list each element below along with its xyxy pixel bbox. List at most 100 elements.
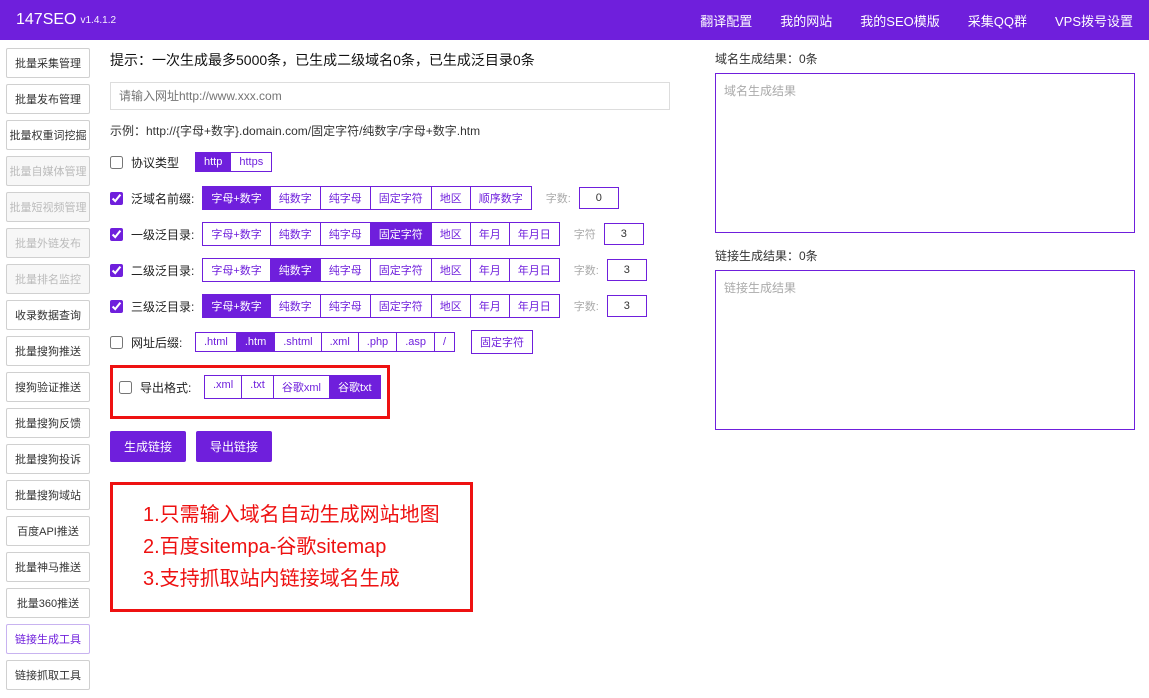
d2-hint: 字数: — [574, 262, 599, 278]
prefix-chip-1[interactable]: 纯数字 — [271, 186, 321, 210]
d1-chip-4[interactable]: 地区 — [432, 222, 471, 246]
d1-hint: 字符 — [574, 226, 596, 242]
d2-chips: 字母+数字纯数字纯字母固定字符地区年月年月日 — [202, 258, 559, 282]
sidebar-item-2[interactable]: 批量权重词挖掘 — [6, 120, 90, 150]
export-chip-0[interactable]: .xml — [204, 375, 242, 399]
generate-button[interactable]: 生成链接 — [110, 431, 186, 462]
row-d3: 三级泛目录:字母+数字纯数字纯字母固定字符地区年月年月日字数: — [110, 293, 697, 319]
prefix-hint: 字数: — [546, 190, 571, 206]
sidebar-item-15[interactable]: 批量360推送 — [6, 588, 90, 618]
d1-label: 一级泛目录: — [131, 226, 194, 243]
sidebar-item-5: 批量外链发布 — [6, 228, 90, 258]
sidebar-item-1[interactable]: 批量发布管理 — [6, 84, 90, 114]
protocol-chip-0[interactable]: http — [195, 152, 231, 172]
d3-chips: 字母+数字纯数字纯字母固定字符地区年月年月日 — [202, 294, 559, 318]
sidebar-item-10[interactable]: 批量搜狗反馈 — [6, 408, 90, 438]
sidebar-item-8[interactable]: 批量搜狗推送 — [6, 336, 90, 366]
prefix-chip-0[interactable]: 字母+数字 — [202, 186, 270, 210]
link-result-box[interactable]: 链接生成结果 — [715, 270, 1135, 430]
sidebar-item-7[interactable]: 收录数据查询 — [6, 300, 90, 330]
row-protocol: 协议类型httphttps — [110, 149, 697, 175]
url-input[interactable] — [110, 82, 670, 110]
sidebar-item-4: 批量短视频管理 — [6, 192, 90, 222]
sidebar-item-14[interactable]: 批量神马推送 — [6, 552, 90, 582]
d3-chip-6[interactable]: 年月日 — [510, 294, 560, 318]
brand-name: 147SEO — [16, 11, 76, 29]
protocol-chip-1[interactable]: https — [231, 152, 272, 172]
d1-chip-1[interactable]: 纯数字 — [271, 222, 321, 246]
sidebar-item-0[interactable]: 批量采集管理 — [6, 48, 90, 78]
export-button[interactable]: 导出链接 — [196, 431, 272, 462]
d2-chip-2[interactable]: 纯字母 — [321, 258, 371, 282]
prefix-chip-5[interactable]: 顺序数字 — [471, 186, 532, 210]
prefix-chips: 字母+数字纯数字纯字母固定字符地区顺序数字 — [202, 186, 531, 210]
domain-result-label: 域名生成结果：0条 — [715, 50, 1135, 67]
domain-result-box[interactable]: 域名生成结果 — [715, 73, 1135, 233]
suffix-chip-4[interactable]: .php — [359, 332, 397, 352]
d3-chip-2[interactable]: 纯字母 — [321, 294, 371, 318]
suffix-chip-6[interactable]: / — [435, 332, 455, 352]
d2-chip-0[interactable]: 字母+数字 — [202, 258, 270, 282]
d2-chip-4[interactable]: 地区 — [432, 258, 471, 282]
callout-box: 1.只需输入域名自动生成网站地图 2.百度sitempa-谷歌sitemap 3… — [110, 482, 473, 612]
sidebar-item-13[interactable]: 百度API推送 — [6, 516, 90, 546]
d2-label: 二级泛目录: — [131, 262, 194, 279]
d1-checkbox[interactable] — [110, 228, 123, 241]
tip-text: 提示：一次生成最多5000条，已生成二级域名0条，已生成泛目录0条 — [110, 50, 697, 70]
d1-chip-0[interactable]: 字母+数字 — [202, 222, 270, 246]
d1-chip-5[interactable]: 年月 — [471, 222, 510, 246]
d1-chip-3[interactable]: 固定字符 — [371, 222, 432, 246]
d3-chip-5[interactable]: 年月 — [471, 294, 510, 318]
sidebar-item-17[interactable]: 链接抓取工具 — [6, 660, 90, 690]
d3-chip-3[interactable]: 固定字符 — [371, 294, 432, 318]
suffix-chip-3[interactable]: .xml — [322, 332, 359, 352]
d1-chip-6[interactable]: 年月日 — [510, 222, 560, 246]
prefix-number-input[interactable] — [579, 187, 619, 209]
export-chip-2[interactable]: 谷歌xml — [274, 375, 330, 399]
d1-chip-2[interactable]: 纯字母 — [321, 222, 371, 246]
d3-chip-0[interactable]: 字母+数字 — [202, 294, 270, 318]
suffix-chip-0[interactable]: .html — [195, 332, 237, 352]
export-chip-3[interactable]: 谷歌txt — [330, 375, 381, 399]
export-checkbox[interactable] — [119, 381, 132, 394]
nav-qq[interactable]: 采集QQ群 — [968, 11, 1027, 30]
suffix-extra-chip[interactable]: 固定字符 — [471, 330, 533, 354]
callout-line-2: 2.百度sitempa-谷歌sitemap — [143, 531, 440, 563]
export-chip-1[interactable]: .txt — [242, 375, 274, 399]
nav-vps[interactable]: VPS拨号设置 — [1055, 11, 1133, 30]
sidebar: 批量采集管理批量发布管理批量权重词挖掘批量自媒体管理批量短视频管理批量外链发布批… — [0, 40, 96, 698]
suffix-chip-1[interactable]: .htm — [237, 332, 275, 352]
prefix-chip-3[interactable]: 固定字符 — [371, 186, 432, 210]
prefix-chip-4[interactable]: 地区 — [432, 186, 471, 210]
d3-chip-4[interactable]: 地区 — [432, 294, 471, 318]
d2-chip-1[interactable]: 纯数字 — [271, 258, 321, 282]
suffix-checkbox[interactable] — [110, 336, 123, 349]
d3-number-input[interactable] — [607, 295, 647, 317]
example-text: 示例：http://{字母+数字}.domain.com/固定字符/纯数字/字母… — [110, 122, 697, 139]
sidebar-item-9[interactable]: 搜狗验证推送 — [6, 372, 90, 402]
protocol-chips: httphttps — [195, 152, 272, 172]
export-highlight-box: 导出格式:.xml.txt谷歌xml谷歌txt — [110, 365, 390, 419]
topbar: 147SEO v1.4.1.2 翻译配置 我的网站 我的SEO模版 采集QQ群 … — [0, 0, 1149, 40]
d2-chip-5[interactable]: 年月 — [471, 258, 510, 282]
d1-number-input[interactable] — [604, 223, 644, 245]
prefix-checkbox[interactable] — [110, 192, 123, 205]
d2-checkbox[interactable] — [110, 264, 123, 277]
prefix-chip-2[interactable]: 纯字母 — [321, 186, 371, 210]
suffix-chip-5[interactable]: .asp — [397, 332, 435, 352]
d3-chip-1[interactable]: 纯数字 — [271, 294, 321, 318]
d1-chips: 字母+数字纯数字纯字母固定字符地区年月年月日 — [202, 222, 559, 246]
d2-number-input[interactable] — [607, 259, 647, 281]
sidebar-item-12[interactable]: 批量搜狗域站 — [6, 480, 90, 510]
nav-mysite[interactable]: 我的网站 — [780, 11, 832, 30]
sidebar-item-11[interactable]: 批量搜狗投诉 — [6, 444, 90, 474]
nav-template[interactable]: 我的SEO模版 — [860, 11, 939, 30]
d2-chip-6[interactable]: 年月日 — [510, 258, 560, 282]
sidebar-item-16[interactable]: 链接生成工具 — [6, 624, 90, 654]
suffix-label: 网址后缀: — [131, 334, 187, 351]
d3-checkbox[interactable] — [110, 300, 123, 313]
d2-chip-3[interactable]: 固定字符 — [371, 258, 432, 282]
protocol-checkbox[interactable] — [110, 156, 123, 169]
suffix-chip-2[interactable]: .shtml — [275, 332, 321, 352]
nav-translate[interactable]: 翻译配置 — [700, 11, 752, 30]
